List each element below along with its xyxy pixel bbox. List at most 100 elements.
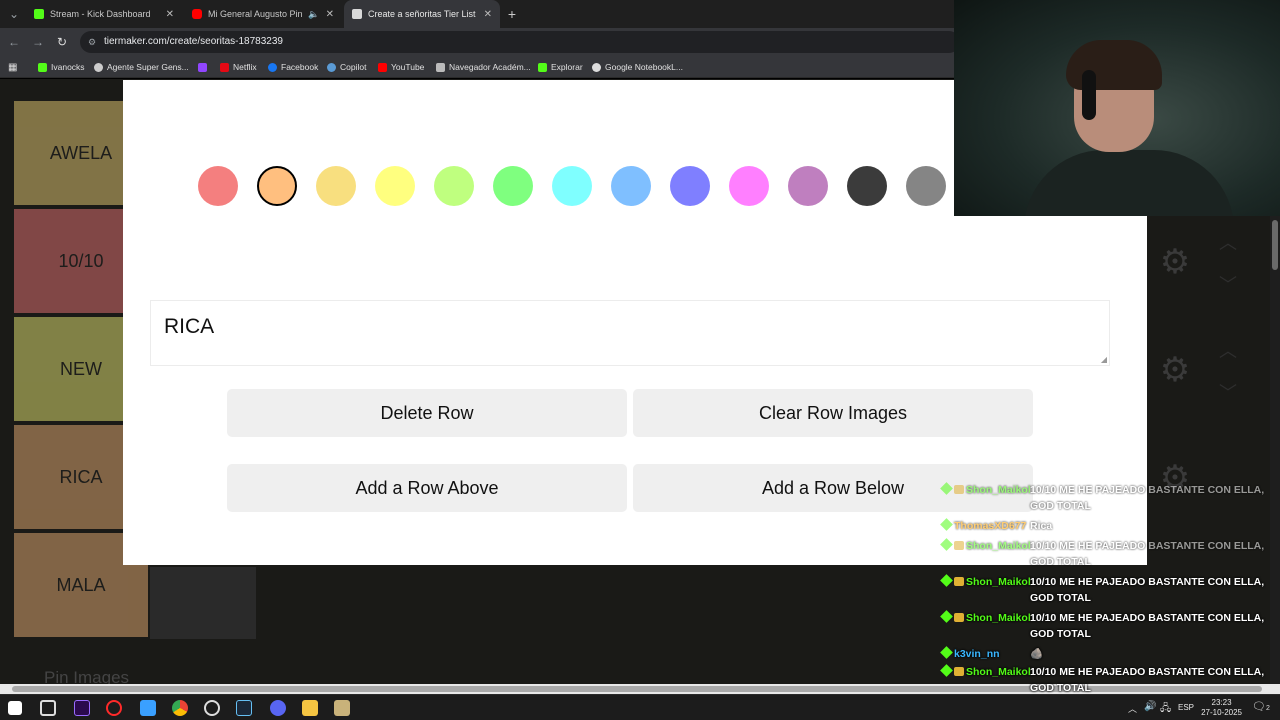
chat-username[interactable]: Shon_Maikol [966, 574, 1031, 590]
task-view-icon[interactable] [40, 700, 56, 716]
chat-message: Shon_Maikol 10/10 ME HE PAJEADO BASTANTE … [930, 610, 1280, 640]
tab-kick-dashboard[interactable]: Stream - Kick Dashboard ✕ [26, 0, 182, 28]
subscriber-badge-icon [954, 485, 964, 494]
apps-icon[interactable]: ▦ [8, 60, 17, 74]
chat-username[interactable]: Shon_Maikol [966, 664, 1031, 680]
opera-icon[interactable] [106, 700, 122, 716]
bookmark-twitch[interactable] [198, 60, 207, 74]
file-explorer-icon[interactable] [302, 700, 318, 716]
back-button[interactable]: ← [6, 34, 22, 50]
reload-button[interactable]: ↻ [54, 34, 70, 50]
kick-icon [34, 9, 44, 19]
chat-username[interactable]: k3vin_nn [954, 646, 1000, 662]
tier-item-image[interactable] [150, 567, 256, 639]
bookmark-label: Navegador Académ... [449, 62, 531, 72]
move-up-icon[interactable]: ︿ [1216, 337, 1240, 363]
language-indicator[interactable]: ESP [1178, 703, 1194, 712]
kick-icon [38, 62, 47, 72]
chat-text: Rica [1030, 520, 1053, 532]
color-swatch[interactable] [316, 166, 356, 206]
chat-text: 10/10 ME HE PAJEADO BASTANTE CON ELLA, G… [1030, 540, 1265, 568]
steam-icon[interactable] [236, 700, 252, 716]
bookmark-agente[interactable]: Agente Super Gens... [94, 60, 189, 74]
gear-icon[interactable]: ⚙ [1158, 353, 1192, 387]
agent-icon [94, 62, 103, 72]
windows-start-icon[interactable] [8, 701, 22, 715]
verified-badge-icon [940, 646, 953, 659]
chat-username[interactable]: ThomasXD677 [954, 518, 1026, 534]
bookmark-copilot[interactable]: Copilot [327, 60, 366, 74]
bookmark-ivanocks[interactable]: Ivanocks [38, 60, 85, 74]
notification-count: 2 [1265, 705, 1270, 712]
tab-youtube[interactable]: Mi General Augusto Pinoch 🔈 ✕ [184, 0, 342, 28]
notebooklm-icon [592, 62, 601, 72]
color-swatch[interactable] [670, 166, 710, 206]
color-swatch[interactable] [198, 166, 238, 206]
color-swatch[interactable] [552, 166, 592, 206]
chat-username[interactable]: Shon_Maikol [966, 610, 1031, 626]
chat-username[interactable]: Shon_Maikol [966, 482, 1031, 498]
scrollbar-thumb[interactable] [1272, 220, 1278, 270]
delete-row-button[interactable]: Delete Row [227, 389, 627, 437]
color-swatch[interactable] [257, 166, 297, 206]
bookmark-navegador[interactable]: Navegador Académ... [436, 60, 531, 74]
color-swatch[interactable] [375, 166, 415, 206]
close-tab-icon[interactable]: ✕ [166, 9, 174, 20]
color-swatch[interactable] [611, 166, 651, 206]
bookmark-netflix[interactable]: Netflix [220, 60, 257, 74]
clock[interactable]: 23:23 27-10-2025 [1201, 698, 1242, 718]
add-row-above-button[interactable]: Add a Row Above [227, 464, 627, 512]
discord-icon[interactable] [270, 700, 286, 716]
color-swatch[interactable] [493, 166, 533, 206]
move-up-icon[interactable]: ︿ [1216, 229, 1240, 255]
windows-taskbar: ︿ 🔊 🖧 ESP 23:23 27-10-2025 🗨2 [0, 694, 1280, 720]
chat-username[interactable]: Shon_Maikol [966, 538, 1031, 554]
url-text: tiermaker.com/create/seoritas-18783239 [104, 36, 283, 47]
bookmark-explorar[interactable]: Explorar [538, 60, 583, 74]
resize-grip-icon[interactable]: ◢ [1101, 355, 1107, 364]
speaker-icon[interactable]: 🔈 [308, 9, 319, 20]
notifications-icon[interactable]: 🗨2 [1252, 700, 1270, 713]
verified-badge-icon [940, 574, 953, 587]
site-info-icon[interactable]: ⚙ [88, 31, 96, 53]
streamer-body [1024, 150, 1234, 216]
after-effects-icon[interactable] [74, 700, 90, 716]
tab-search-icon[interactable]: ⌄ [6, 6, 22, 22]
clear-row-images-button[interactable]: Clear Row Images [633, 389, 1033, 437]
address-bar[interactable]: ⚙ tiermaker.com/create/seoritas-18783239 [80, 31, 960, 53]
tier-label-text: NEW [60, 358, 102, 379]
color-swatch[interactable] [906, 166, 946, 206]
stream-chat-overlay: Shon_Maikol 10/10 ME HE PAJEADO BASTANTE … [930, 482, 1280, 720]
close-tab-icon[interactable]: ✕ [326, 9, 334, 20]
row-label-input[interactable]: RICA ◢ [150, 300, 1110, 366]
color-swatch[interactable] [434, 166, 474, 206]
forward-button[interactable]: → [30, 34, 46, 50]
close-tab-icon[interactable]: ✕ [484, 9, 492, 20]
verified-badge-icon [940, 482, 953, 495]
new-tab-button[interactable]: + [504, 6, 520, 22]
youtube-icon [192, 9, 202, 19]
headset-icon [1082, 70, 1096, 120]
app-icon[interactable] [140, 700, 156, 716]
bookmark-youtube[interactable]: YouTube [378, 60, 424, 74]
color-swatch[interactable] [788, 166, 828, 206]
verified-badge-icon [940, 664, 953, 677]
volume-icon[interactable]: 🔊 [1144, 701, 1156, 712]
tool-icon[interactable] [334, 700, 350, 716]
clock-date: 27-10-2025 [1201, 708, 1242, 717]
verified-badge-icon [940, 610, 953, 623]
network-icon[interactable]: 🖧 [1160, 701, 1171, 718]
show-hidden-icons[interactable]: ︿ [1128, 702, 1137, 715]
move-down-icon[interactable]: ﹀ [1216, 271, 1240, 297]
chat-message: Shon_Maikol 10/10 ME HE PAJEADO BASTANTE … [930, 538, 1280, 568]
bookmark-notebooklm[interactable]: Google NotebookL... [592, 60, 683, 74]
color-swatch[interactable] [729, 166, 769, 206]
bookmark-facebook[interactable]: Facebook [268, 60, 318, 74]
tab-tiermaker[interactable]: Create a señoritas Tier List - Tie ✕ [344, 0, 500, 28]
obs-icon[interactable] [204, 700, 220, 716]
chrome-icon[interactable] [172, 700, 188, 716]
move-down-icon[interactable]: ﹀ [1216, 379, 1240, 405]
color-swatch[interactable] [847, 166, 887, 206]
bookmark-label: Facebook [281, 62, 319, 72]
gear-icon[interactable]: ⚙ [1158, 245, 1192, 279]
